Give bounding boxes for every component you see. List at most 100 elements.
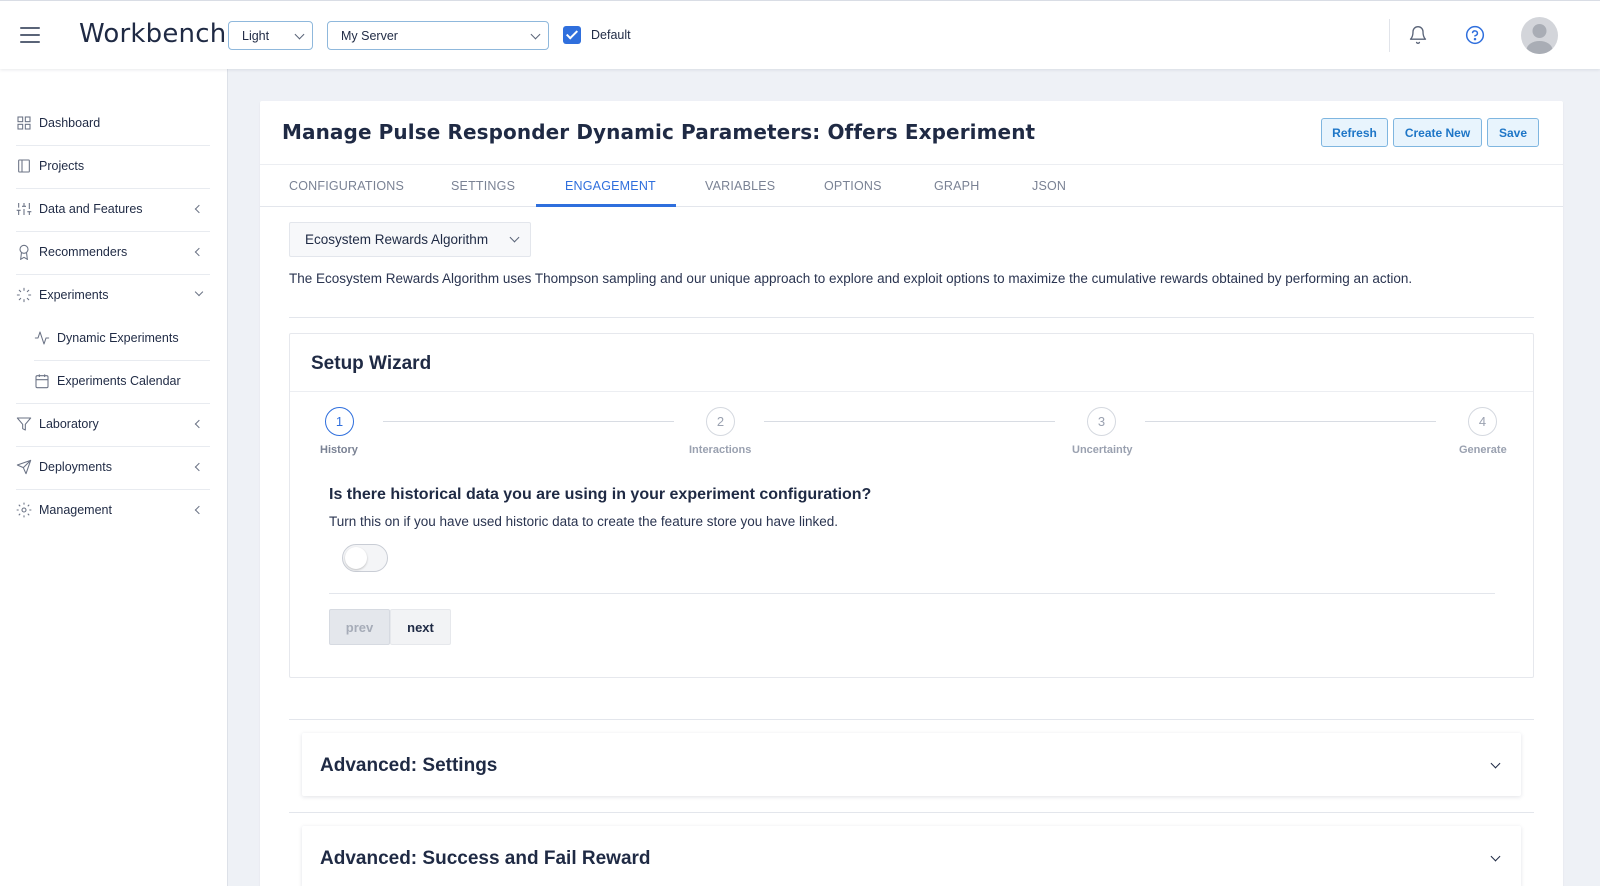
loader-icon [16, 287, 32, 303]
section-divider [289, 719, 1534, 720]
activity-icon [34, 331, 50, 345]
setup-wizard: Setup Wizard 1 2 3 4 History Interaction… [289, 333, 1534, 678]
chevron-down-icon [1490, 851, 1501, 862]
sidebar-item-label: Projects [39, 159, 85, 173]
step-connector [764, 421, 1055, 422]
sidebar-item-dashboard[interactable]: Dashboard [0, 102, 228, 145]
theme-select-value: Light [242, 29, 270, 43]
page-title: Manage Pulse Responder Dynamic Parameter… [282, 120, 1036, 144]
step-connector [1145, 421, 1436, 422]
chevron-down-icon [530, 29, 541, 40]
step-label-uncertainty: Uncertainty [1072, 444, 1133, 456]
wizard-question: Is there historical data you are using i… [329, 486, 872, 503]
advanced-success-fail-reward-accordion[interactable]: Advanced: Success and Fail Reward [302, 826, 1521, 886]
page-scrollbar[interactable] [1590, 69, 1600, 886]
default-checkbox[interactable] [563, 26, 581, 44]
wizard-step-1[interactable]: 1 [325, 407, 354, 436]
sidebar: Dashboard Projects Data and Features Rec… [0, 69, 228, 886]
next-button[interactable]: next [390, 609, 451, 645]
sidebar-item-label: Laboratory [39, 417, 99, 431]
chevron-left-icon [194, 204, 204, 214]
sidebar-item-data-and-features[interactable]: Data and Features [0, 188, 228, 231]
book-icon [18, 159, 30, 173]
step-label-history: History [320, 444, 358, 456]
advanced-settings-accordion[interactable]: Advanced: Settings [302, 733, 1521, 796]
theme-select[interactable]: Light [228, 21, 313, 50]
tab-variables[interactable]: VARIABLES [705, 179, 775, 193]
gear-icon [16, 502, 32, 518]
chevron-down-icon [509, 232, 520, 243]
main-card: Manage Pulse Responder Dynamic Parameter… [260, 101, 1563, 886]
chevron-down-icon [1490, 758, 1501, 769]
filter-icon [16, 417, 32, 431]
sidebar-item-label: Experiments [39, 288, 109, 302]
chevron-down-icon [194, 287, 204, 297]
user-icon [1526, 24, 1553, 54]
step-connector [383, 421, 674, 422]
tab-configurations[interactable]: CONFIGURATIONS [289, 179, 404, 193]
create-new-button[interactable]: Create New [1393, 118, 1482, 147]
step-label-interactions: Interactions [689, 444, 752, 456]
avatar[interactable] [1521, 17, 1558, 54]
tab-graph[interactable]: GRAPH [934, 179, 979, 193]
send-icon [16, 459, 32, 475]
top-header: Workbench Light My Server Default [0, 0, 1600, 69]
sidebar-item-label: Dashboard [39, 116, 101, 130]
chevron-left-icon [194, 505, 204, 515]
chevron-down-icon [294, 29, 305, 40]
sidebar-item-label: Deployments [39, 460, 112, 474]
award-icon [19, 244, 29, 260]
algorithm-select-value: Ecosystem Rewards Algorithm [305, 232, 489, 247]
toggle-knob [345, 547, 367, 569]
tab-bar: CONFIGURATIONS SETTINGS ENGAGEMENT VARIA… [260, 165, 1563, 207]
save-button[interactable]: Save [1487, 118, 1539, 147]
historical-data-toggle[interactable] [342, 544, 388, 572]
chevron-left-icon [194, 462, 204, 472]
sidebar-item-dynamic-experiments[interactable]: Dynamic Experiments [0, 317, 228, 360]
sidebar-item-projects[interactable]: Projects [0, 145, 228, 188]
chevron-left-icon [194, 247, 204, 257]
wizard-step-4[interactable]: 4 [1468, 407, 1497, 436]
calendar-icon [35, 374, 49, 389]
wizard-footer-divider [329, 593, 1495, 594]
algorithm-description: The Ecosystem Rewards Algorithm uses Tho… [289, 271, 1413, 286]
sidebar-item-label: Dynamic Experiments [57, 331, 179, 345]
section-divider [289, 812, 1534, 813]
accordion-title: Advanced: Settings [320, 755, 498, 776]
tab-engagement[interactable]: ENGAGEMENT [565, 179, 656, 193]
refresh-button[interactable]: Refresh [1321, 118, 1388, 147]
server-select[interactable]: My Server [327, 21, 549, 50]
bell-icon[interactable] [1408, 25, 1428, 45]
sidebar-item-experiments-calendar[interactable]: Experiments Calendar [0, 360, 228, 403]
wizard-step-3[interactable]: 3 [1087, 407, 1116, 436]
server-select-value: My Server [341, 29, 398, 43]
sidebar-item-laboratory[interactable]: Laboratory [0, 403, 228, 446]
sidebar-item-label: Recommenders [39, 245, 128, 259]
default-checkbox-label: Default [591, 28, 631, 42]
algorithm-select[interactable]: Ecosystem Rewards Algorithm [289, 222, 531, 257]
accordion-title: Advanced: Success and Fail Reward [320, 848, 651, 869]
wizard-title: Setup Wizard [311, 353, 432, 374]
app-title: Workbench [79, 19, 227, 49]
sidebar-item-management[interactable]: Management [0, 489, 228, 532]
sidebar-item-recommenders[interactable]: Recommenders [0, 231, 228, 274]
tab-options[interactable]: OPTIONS [824, 179, 882, 193]
help-icon[interactable] [1465, 25, 1485, 45]
sidebar-item-deployments[interactable]: Deployments [0, 446, 228, 489]
section-divider [289, 317, 1534, 318]
tab-json[interactable]: JSON [1032, 179, 1066, 193]
wizard-divider [290, 391, 1533, 392]
active-tab-indicator [536, 204, 676, 207]
wizard-step-2[interactable]: 2 [706, 407, 735, 436]
step-label-generate: Generate [1459, 444, 1507, 456]
header-divider [1389, 19, 1390, 52]
sliders-icon [16, 203, 32, 215]
menu-icon[interactable] [20, 27, 40, 43]
sidebar-item-label: Experiments Calendar [57, 374, 181, 388]
grid-icon [17, 116, 31, 130]
sidebar-item-experiments[interactable]: Experiments [0, 274, 228, 317]
chevron-left-icon [194, 419, 204, 429]
sidebar-item-label: Management [39, 503, 112, 517]
prev-button[interactable]: prev [329, 609, 390, 645]
tab-settings[interactable]: SETTINGS [451, 179, 515, 193]
